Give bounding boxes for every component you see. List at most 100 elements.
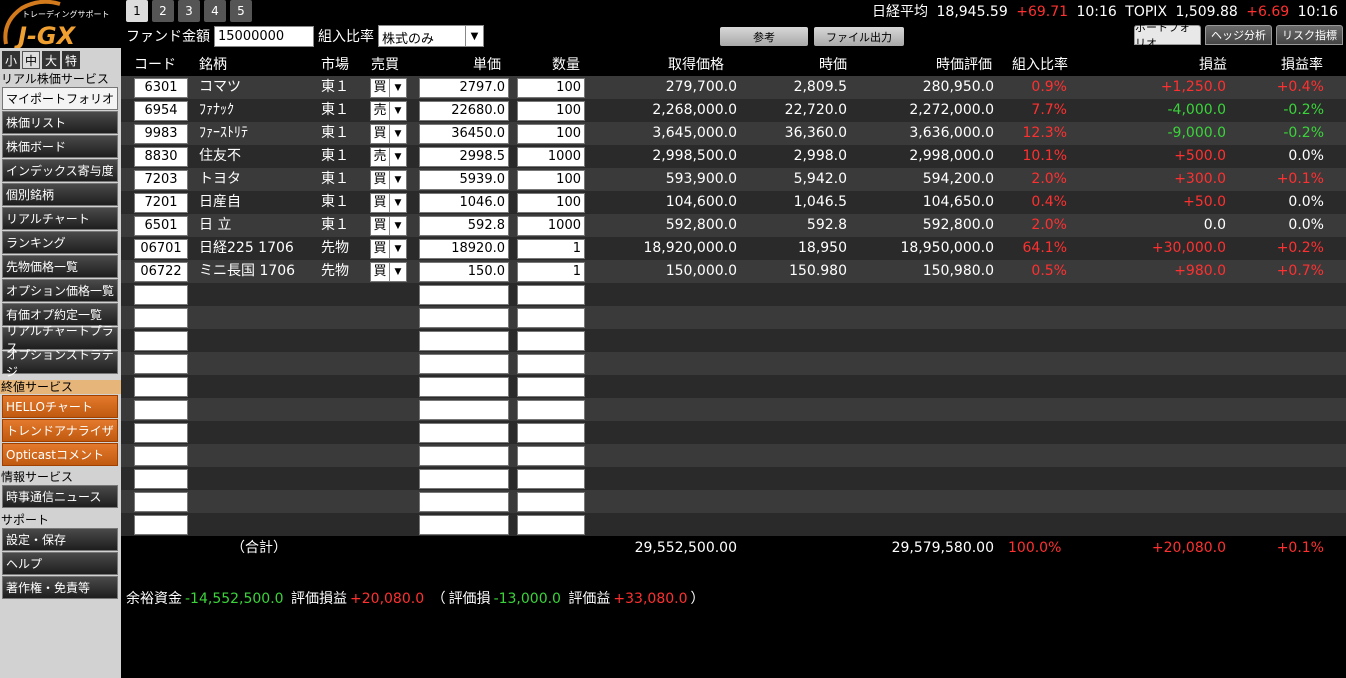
qty-input[interactable] — [517, 308, 585, 328]
sidebar-item-realtime-11[interactable]: オプションストラテジ — [2, 348, 118, 379]
unit-price-input[interactable]: 18920.0 — [419, 239, 509, 259]
side-select[interactable]: 買 ▼ — [370, 193, 407, 213]
sidebar-item-realtime-6[interactable]: ランキング — [2, 231, 118, 254]
unit-price-input[interactable] — [419, 492, 509, 512]
page-tab-2[interactable]: 2 — [152, 0, 174, 22]
unit-price-input[interactable] — [419, 377, 509, 397]
code-input[interactable] — [134, 446, 188, 466]
qty-input[interactable]: 100 — [517, 78, 585, 98]
sidebar-item-realtime-1[interactable]: 株価リスト — [2, 111, 118, 134]
unit-price-input[interactable]: 1046.0 — [419, 193, 509, 213]
code-input[interactable]: 6954 — [134, 101, 188, 121]
unit-price-input[interactable]: 2797.0 — [419, 78, 509, 98]
sidebar-item-realtime-3[interactable]: インデックス寄与度 — [2, 159, 118, 182]
side-select[interactable]: 売 ▼ — [370, 147, 407, 167]
unit-price-input[interactable] — [419, 515, 509, 535]
unit-price-input[interactable]: 36450.0 — [419, 124, 509, 144]
side-select[interactable]: 買 ▼ — [370, 216, 407, 236]
unit-price-input[interactable] — [419, 423, 509, 443]
qty-input[interactable] — [517, 515, 585, 535]
side-select[interactable]: 買 ▼ — [370, 78, 407, 98]
unit-price-input[interactable] — [419, 331, 509, 351]
code-input[interactable] — [134, 400, 188, 420]
unit-price-input[interactable] — [419, 400, 509, 420]
unit-price-input[interactable]: 592.8 — [419, 216, 509, 236]
qty-input[interactable]: 100 — [517, 193, 585, 213]
code-input[interactable]: 9983 — [134, 124, 188, 144]
tab-risk-indicators[interactable]: リスク指標 — [1276, 25, 1343, 45]
unit-price-input[interactable]: 5939.0 — [419, 170, 509, 190]
reference-button[interactable]: 参考 — [720, 27, 808, 46]
sidebar-item-support-2[interactable]: 著作権・免責等 — [2, 576, 118, 599]
qty-input[interactable] — [517, 377, 585, 397]
ratio-select[interactable]: 株式のみ ▼ — [378, 25, 484, 47]
sidebar-item-close-2[interactable]: Opticastコメント — [2, 443, 118, 466]
sidebar-item-realtime-0[interactable]: マイポートフォリオ — [2, 87, 118, 110]
qty-input[interactable] — [517, 354, 585, 374]
size-small-button[interactable]: 小 — [2, 51, 20, 69]
code-input[interactable] — [134, 377, 188, 397]
code-input[interactable]: 7203 — [134, 170, 188, 190]
file-output-button[interactable]: ファイル出力 — [814, 27, 904, 46]
code-input[interactable]: 06701 — [134, 239, 188, 259]
side-select[interactable]: 買 ▼ — [370, 170, 407, 190]
side-select[interactable]: 買 ▼ — [370, 262, 407, 282]
sidebar-item-realtime-2[interactable]: 株価ボード — [2, 135, 118, 158]
unit-price-input[interactable]: 150.0 — [419, 262, 509, 282]
qty-input[interactable] — [517, 446, 585, 466]
code-input[interactable] — [134, 469, 188, 489]
sidebar-item-support-1[interactable]: ヘルプ — [2, 552, 118, 575]
qty-input[interactable] — [517, 469, 585, 489]
unit-price-input[interactable] — [419, 469, 509, 489]
qty-input[interactable]: 1 — [517, 239, 585, 259]
unit-price-input[interactable] — [419, 446, 509, 466]
sidebar-item-realtime-8[interactable]: オプション価格一覧 — [2, 279, 118, 302]
qty-input[interactable] — [517, 285, 585, 305]
sidebar-item-realtime-7[interactable]: 先物価格一覧 — [2, 255, 118, 278]
tab-hedge-analysis[interactable]: ヘッジ分析 — [1205, 25, 1272, 45]
qty-input[interactable] — [517, 492, 585, 512]
qty-input[interactable]: 1 — [517, 262, 585, 282]
page-tab-4[interactable]: 4 — [204, 0, 226, 22]
page-tab-5[interactable]: 5 — [230, 0, 252, 22]
sidebar-item-realtime-5[interactable]: リアルチャート — [2, 207, 118, 230]
code-input[interactable] — [134, 354, 188, 374]
page-tab-3[interactable]: 3 — [178, 0, 200, 22]
page-tab-1[interactable]: 1 — [126, 0, 148, 22]
sidebar-item-realtime-4[interactable]: 個別銘柄 — [2, 183, 118, 206]
code-input[interactable] — [134, 331, 188, 351]
size-medium-button[interactable]: 中 — [22, 51, 40, 69]
qty-input[interactable]: 100 — [517, 124, 585, 144]
code-input[interactable] — [134, 308, 188, 328]
side-select[interactable]: 売 ▼ — [370, 101, 407, 121]
unit-price-input[interactable]: 22680.0 — [419, 101, 509, 121]
unit-price-input[interactable] — [419, 354, 509, 374]
qty-input[interactable]: 100 — [517, 170, 585, 190]
sidebar-item-close-1[interactable]: トレンドアナライザ — [2, 419, 118, 442]
qty-input[interactable]: 1000 — [517, 216, 585, 236]
code-input[interactable] — [134, 285, 188, 305]
fund-amount-input[interactable] — [214, 25, 314, 47]
side-select[interactable]: 買 ▼ — [370, 239, 407, 259]
qty-input[interactable] — [517, 423, 585, 443]
tab-portfolio[interactable]: ポートフォリオ — [1134, 21, 1201, 50]
side-select[interactable]: 買 ▼ — [370, 124, 407, 144]
size-special-button[interactable]: 特 — [62, 51, 80, 69]
unit-price-input[interactable] — [419, 285, 509, 305]
sidebar-item-support-0[interactable]: 設定・保存 — [2, 528, 118, 551]
sidebar-item-info-0[interactable]: 時事通信ニュース — [2, 485, 118, 508]
code-input[interactable]: 6301 — [134, 78, 188, 98]
sidebar-item-close-0[interactable]: HELLOチャート — [2, 395, 118, 418]
qty-input[interactable]: 100 — [517, 101, 585, 121]
qty-input[interactable]: 1000 — [517, 147, 585, 167]
code-input[interactable]: 6501 — [134, 216, 188, 236]
unit-price-input[interactable]: 2998.5 — [419, 147, 509, 167]
code-input[interactable] — [134, 423, 188, 443]
code-input[interactable] — [134, 515, 188, 535]
code-input[interactable]: 06722 — [134, 262, 188, 282]
code-input[interactable]: 7201 — [134, 193, 188, 213]
qty-input[interactable] — [517, 400, 585, 420]
code-input[interactable] — [134, 492, 188, 512]
code-input[interactable]: 8830 — [134, 147, 188, 167]
size-large-button[interactable]: 大 — [42, 51, 60, 69]
